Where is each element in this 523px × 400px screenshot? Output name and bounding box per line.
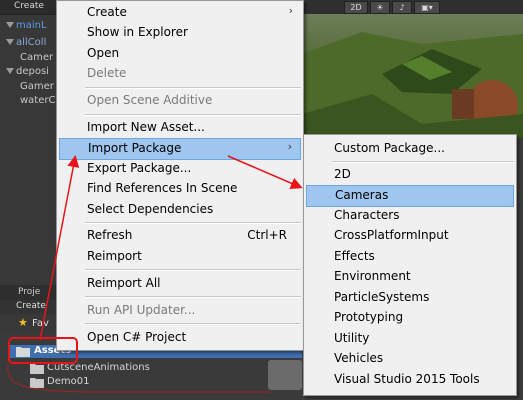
hierarchy-create-button[interactable]: Create [14,1,44,11]
hierarchy-item[interactable]: waterC [20,95,55,106]
menu-item-import-package[interactable]: Import Package › [59,138,301,160]
menu-item-open[interactable]: Open [59,44,301,64]
chevron-right-icon: › [287,140,292,153]
chevron-right-icon: › [288,4,293,17]
expand-triangle-icon[interactable] [6,39,14,45]
project-toolbar: Create [0,300,56,314]
hierarchy-item[interactable]: mainL [6,20,47,31]
menu-item-run-api-updater[interactable]: Run API Updater... [59,301,301,321]
menu-separator [85,323,301,325]
hierarchy-item[interactable]: Gamer [20,81,54,92]
menu-item-delete[interactable]: Delete [59,64,301,84]
expand-triangle-icon[interactable] [6,22,14,28]
menu-item-reimport[interactable]: Reimport [59,247,301,267]
context-menu: Create › Show in Explorer Open Delete Op… [56,0,304,351]
submenu-item-environment[interactable]: Environment [306,267,514,287]
import-package-submenu: Custom Package... 2D Cameras Characters … [303,134,517,396]
menu-item-refresh[interactable]: Refresh Ctrl+R [59,226,301,246]
folder-icon [16,347,30,357]
submenu-item-custom-package[interactable]: Custom Package... [306,139,514,159]
menu-separator [85,114,301,116]
hierarchy-toolbar: Create [0,0,56,15]
submenu-item-2d[interactable]: 2D [306,165,514,185]
submenu-item-cameras[interactable]: Cameras [306,185,514,207]
audio-icon[interactable]: ♪ [392,1,412,14]
menu-item-show-in-explorer[interactable]: Show in Explorer [59,23,301,43]
menu-item-find-references[interactable]: Find References In Scene [59,179,301,199]
hierarchy-item[interactable]: allColl [6,37,46,48]
submenu-item-visual-studio-2015-tools[interactable]: Visual Studio 2015 Tools [306,370,514,390]
2d-toggle-button[interactable]: 2D [344,1,368,14]
folder-icon [30,378,44,388]
scene-terrain [302,32,523,138]
scene-toolbar: 2D ☀ ♪ ▣▾ [302,0,523,14]
menu-separator [85,87,301,89]
submenu-item-effects[interactable]: Effects [306,247,514,267]
project-tab[interactable]: Proje [0,285,56,300]
menu-item-reimport-all[interactable]: Reimport All [59,274,301,294]
menu-item-import-new-asset[interactable]: Import New Asset... [59,118,301,138]
shortcut-label: Ctrl+R [247,228,287,242]
menu-separator [85,296,301,298]
expand-triangle-icon[interactable] [6,68,14,74]
folder-icon [30,364,44,374]
submenu-item-crossplatforminput[interactable]: CrossPlatformInput [306,226,514,246]
project-create-button[interactable]: Create [16,301,46,311]
submenu-item-characters[interactable]: Characters [306,206,514,226]
hierarchy-panel: mainL allColl Camer deposi Gamer waterC [0,15,56,285]
submenu-item-particlesystems[interactable]: ParticleSystems [306,288,514,308]
menu-separator [85,222,301,224]
image-icon[interactable]: ▣▾ [414,1,440,14]
menu-item-export-package[interactable]: Export Package... [59,159,301,179]
submenu-item-vehicles[interactable]: Vehicles [306,349,514,369]
hierarchy-item[interactable]: Camer [20,52,53,63]
hierarchy-item[interactable]: deposi [6,66,49,77]
sun-icon[interactable]: ☀ [370,1,390,14]
menu-item-select-dependencies[interactable]: Select Dependencies [59,200,301,220]
star-icon: ★ [18,316,28,329]
menu-item-open-scene-additive[interactable]: Open Scene Additive [59,91,301,111]
scene-viewport[interactable] [302,14,523,138]
submenu-item-prototyping[interactable]: Prototyping [306,308,514,328]
asset-thumbnail[interactable] [268,360,302,390]
submenu-item-utility[interactable]: Utility [306,329,514,349]
menu-item-create[interactable]: Create › [59,3,301,23]
menu-separator [332,161,514,163]
favorites-row[interactable]: ★ Fav [0,314,56,334]
menu-separator [85,269,301,271]
menu-item-open-csharp-project[interactable]: Open C# Project [59,328,301,348]
